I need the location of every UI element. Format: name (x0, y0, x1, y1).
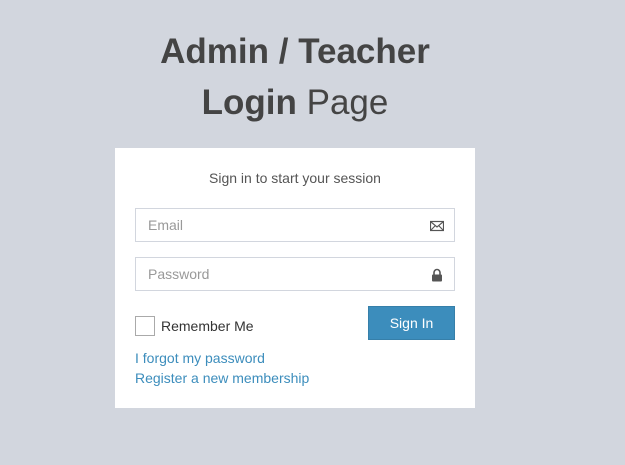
sign-in-button[interactable]: Sign In (368, 306, 455, 340)
password-input[interactable] (136, 258, 418, 290)
login-box-message: Sign in to start your session (209, 170, 381, 186)
login-logo: Admin / Teacher Login Page (115, 26, 475, 128)
login-box: Sign in to start your session Remember M… (115, 148, 475, 408)
forgot-password-link[interactable]: I forgot my password (135, 350, 265, 366)
title-page: Page (306, 83, 389, 122)
lock-icon (430, 268, 444, 282)
envelope-icon (429, 219, 445, 233)
password-field-group (135, 257, 455, 291)
email-field-group (135, 208, 455, 242)
title-line-2: Login Page (115, 77, 475, 128)
title-login: Login (201, 83, 297, 122)
remember-me-checkbox[interactable] (135, 316, 155, 336)
register-membership-link[interactable]: Register a new membership (135, 370, 309, 386)
remember-me-label: Remember Me (161, 318, 254, 334)
remember-me[interactable]: Remember Me (135, 315, 254, 337)
title-role: Admin / Teacher (160, 32, 430, 71)
email-input[interactable] (136, 209, 418, 241)
title-line-1: Admin / Teacher (115, 26, 475, 77)
